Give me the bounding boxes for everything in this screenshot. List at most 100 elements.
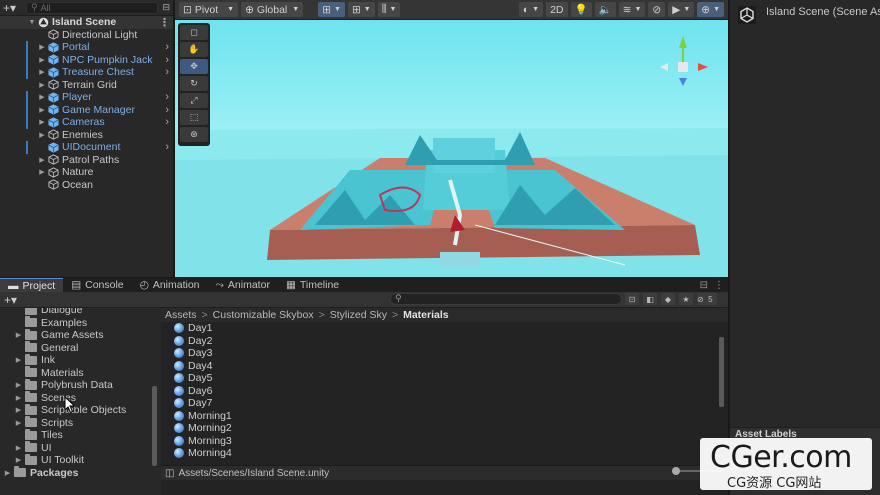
snap-increment-button[interactable]: ⊞ ▼: [347, 2, 375, 17]
breadcrumb-item[interactable]: Materials: [403, 309, 449, 321]
prefab-open-icon[interactable]: ›: [165, 104, 169, 116]
folder-item[interactable]: ▶ Scenes: [0, 391, 160, 405]
hierarchy-item[interactable]: ▶ Nature: [0, 166, 173, 179]
move-tool[interactable]: ✥: [180, 59, 208, 74]
expand-arrow-icon[interactable]: ▶: [38, 68, 46, 76]
prefab-open-icon[interactable]: ›: [165, 54, 169, 66]
prefab-open-icon[interactable]: ›: [165, 116, 169, 128]
expand-arrow-icon[interactable]: ▶: [14, 444, 23, 452]
hierarchy-item[interactable]: ▶ Patrol Paths: [0, 154, 173, 167]
hierarchy-item[interactable]: ▶ Terrain Grid: [0, 79, 173, 92]
asset-item[interactable]: Day4: [161, 360, 728, 373]
visibility-toggle[interactable]: ⊘: [648, 2, 666, 17]
label-icon[interactable]: ◆: [661, 293, 675, 305]
folder-item[interactable]: ▶ Polybrush Data: [0, 378, 160, 392]
hand-tool[interactable]: ✋: [180, 42, 208, 57]
add-icon[interactable]: +▾: [4, 293, 17, 307]
folder-item[interactable]: Materials: [0, 366, 160, 380]
folder-item[interactable]: ▶ Game Assets: [0, 328, 160, 342]
hierarchy-item[interactable]: UIDocument ›: [0, 141, 173, 154]
asset-list-scrollbar[interactable]: [719, 337, 724, 407]
lock-icon[interactable]: ⊟: [700, 280, 708, 291]
expand-arrow-icon[interactable]: ▶: [38, 43, 46, 51]
prefab-open-icon[interactable]: ›: [165, 66, 169, 78]
folder-item[interactable]: General: [0, 341, 160, 355]
hierarchy-item[interactable]: ▶ NPC Pumpkin Jack ›: [0, 53, 173, 66]
asset-item[interactable]: Morning1: [161, 410, 728, 423]
star-icon[interactable]: ★: [679, 293, 693, 305]
expand-arrow-icon[interactable]: ▶: [14, 419, 23, 427]
hierarchy-item[interactable]: ▶ Enemies: [0, 129, 173, 142]
expand-arrow-icon[interactable]: ▶: [38, 56, 46, 64]
lock-icon[interactable]: ⊟: [162, 2, 170, 13]
effects-toggle[interactable]: ≋ ▼: [618, 2, 646, 17]
tab-animation[interactable]: ◴ Animation: [132, 278, 208, 292]
breadcrumb-item[interactable]: Assets: [165, 309, 197, 321]
collapse-arrow-icon[interactable]: ▼: [28, 19, 36, 26]
expand-arrow-icon[interactable]: ▶: [14, 331, 23, 339]
expand-arrow-icon[interactable]: ▶: [38, 106, 46, 114]
expand-arrow-icon[interactable]: ▶: [3, 469, 12, 477]
expand-arrow-icon[interactable]: ▶: [38, 118, 46, 126]
rotate-tool[interactable]: ↻: [180, 76, 208, 91]
expand-arrow-icon[interactable]: ▶: [38, 156, 46, 164]
folder-item[interactable]: ▶ Ink: [0, 353, 160, 367]
orientation-gizmo-cube[interactable]: [678, 62, 688, 72]
packages-folder[interactable]: ▶ Packages: [0, 466, 160, 480]
filter-type-icon[interactable]: ◧: [643, 293, 657, 305]
hierarchy-item[interactable]: Ocean: [0, 179, 173, 192]
hierarchy-item[interactable]: Directional Light: [0, 29, 173, 42]
camera-settings-button[interactable]: ▶ ▼: [668, 2, 695, 17]
hierarchy-item[interactable]: ▶ Player ›: [0, 91, 173, 104]
breadcrumb-item[interactable]: Stylized Sky: [330, 309, 387, 321]
pivot-toggle[interactable]: ⊡ Pivot ▼: [179, 2, 239, 17]
hidden-packages-icon[interactable]: ⊘ 5: [697, 293, 717, 305]
hierarchy-item[interactable]: ▶ Treasure Chest ›: [0, 66, 173, 79]
asset-item[interactable]: Day5: [161, 372, 728, 385]
tab-console[interactable]: ▤ Console: [63, 278, 131, 292]
align-button[interactable]: ⫼ ▼: [377, 2, 401, 17]
asset-item[interactable]: Morning4: [161, 447, 728, 460]
folder-item[interactable]: Examples: [0, 316, 160, 330]
asset-item[interactable]: Day7: [161, 397, 728, 410]
draw-mode-button[interactable]: ◐ ▼: [518, 2, 544, 17]
expand-arrow-icon[interactable]: ▶: [14, 356, 23, 364]
asset-item[interactable]: Day6: [161, 385, 728, 398]
scene-root-row[interactable]: ▼ Island Scene ⋮: [0, 16, 173, 29]
search-options-icon[interactable]: ⊡: [625, 293, 639, 305]
folder-item[interactable]: ▶ UI: [0, 441, 160, 455]
toggle-2d-button[interactable]: 2D: [546, 2, 568, 17]
expand-arrow-icon[interactable]: ▶: [14, 456, 23, 464]
tab-project[interactable]: ▬ Project: [0, 278, 64, 292]
expand-arrow-icon[interactable]: ▶: [38, 81, 46, 89]
prefab-open-icon[interactable]: ›: [165, 141, 169, 153]
asset-item[interactable]: Day1: [161, 322, 728, 335]
global-toggle[interactable]: ⊕ Global ▼: [241, 2, 304, 17]
breadcrumb-item[interactable]: Customizable Skybox: [213, 309, 314, 321]
folder-item[interactable]: Tiles: [0, 428, 160, 442]
project-search-input[interactable]: ⚲: [390, 293, 622, 305]
asset-item[interactable]: Day3: [161, 347, 728, 360]
folder-tree-scrollbar[interactable]: [152, 386, 157, 466]
tab-timeline[interactable]: ▦ Timeline: [278, 278, 347, 292]
expand-arrow-icon[interactable]: ▶: [14, 406, 23, 414]
view-tool[interactable]: ◻: [180, 25, 208, 40]
gizmos-button[interactable]: ⊕ ▼: [697, 2, 724, 17]
expand-arrow-icon[interactable]: ▶: [38, 168, 46, 176]
hierarchy-item[interactable]: ▶ Cameras ›: [0, 116, 173, 129]
folder-item[interactable]: ▶ UI Toolkit: [0, 453, 160, 467]
grid-snap-button[interactable]: ⊞ ▼: [318, 2, 345, 17]
prefab-open-icon[interactable]: ›: [165, 91, 169, 103]
asset-item[interactable]: Morning3: [161, 435, 728, 448]
scale-tool[interactable]: ⤢: [180, 93, 208, 108]
hierarchy-search-input[interactable]: ⚲ All: [26, 1, 159, 14]
folder-item[interactable]: ▶ Scripts: [0, 416, 160, 430]
transform-tool[interactable]: ⊛: [180, 127, 208, 142]
hierarchy-item[interactable]: ▶ Game Manager ›: [0, 103, 173, 116]
asset-item[interactable]: Day2: [161, 335, 728, 348]
asset-item[interactable]: Morning2: [161, 422, 728, 435]
add-icon[interactable]: +▾: [3, 1, 16, 15]
scene-viewport[interactable]: [175, 20, 728, 277]
lighting-toggle[interactable]: 💡: [570, 2, 592, 17]
expand-arrow-icon[interactable]: ▶: [14, 394, 23, 402]
